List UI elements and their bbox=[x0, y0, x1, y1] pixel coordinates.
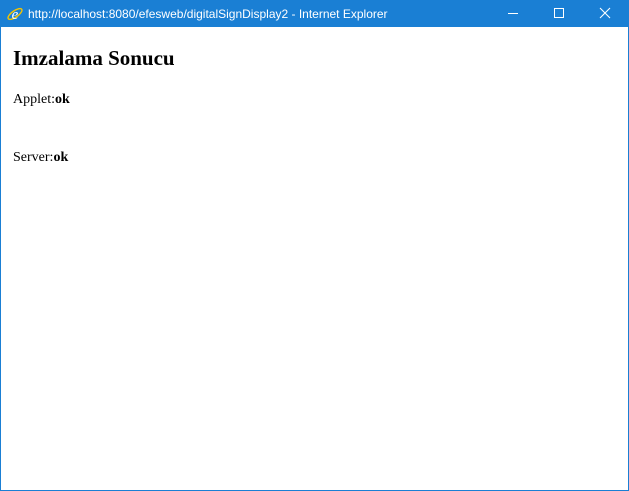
window-title: http://localhost:8080/efesweb/digitalSig… bbox=[28, 7, 388, 21]
applet-result: Applet:ok bbox=[13, 91, 70, 109]
close-icon bbox=[599, 7, 611, 19]
server-result: Server:ok bbox=[13, 149, 68, 167]
server-result-value: ok bbox=[53, 150, 69, 165]
internet-explorer-icon: e bbox=[6, 5, 24, 23]
page-content: Imzalama Sonucu Applet:ok Server:ok bbox=[1, 27, 628, 490]
page-heading: Imzalama Sonucu bbox=[13, 46, 175, 70]
close-button[interactable] bbox=[582, 1, 628, 27]
title-bar[interactable]: e http://localhost:8080/efesweb/digitalS… bbox=[1, 1, 628, 27]
minimize-icon bbox=[508, 13, 518, 14]
svg-text:e: e bbox=[12, 7, 19, 23]
server-result-label: Server: bbox=[13, 150, 54, 165]
browser-window: e http://localhost:8080/efesweb/digitalS… bbox=[0, 0, 629, 491]
maximize-button[interactable] bbox=[536, 1, 582, 27]
minimize-button[interactable] bbox=[490, 1, 536, 27]
maximize-icon bbox=[554, 8, 564, 18]
applet-result-label: Applet: bbox=[13, 92, 55, 107]
applet-result-value: ok bbox=[55, 92, 70, 107]
